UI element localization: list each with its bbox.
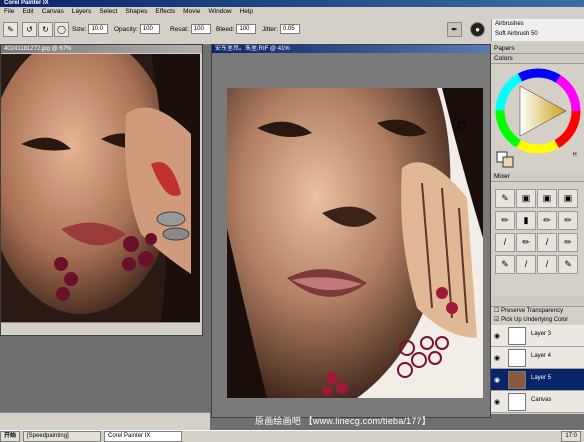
resat-input[interactable]: 100 bbox=[190, 24, 211, 34]
preserve-label: Preserve Transparency bbox=[501, 308, 564, 314]
brush-variant-16-icon[interactable]: ✎ bbox=[558, 255, 578, 274]
layer-name: Canvas bbox=[531, 397, 552, 403]
watermark-text: 原画绘画吧 【www.linecg.com/tieba/177】 bbox=[255, 416, 431, 426]
bleed-input[interactable]: 100 bbox=[236, 24, 257, 34]
pickup-checkbox[interactable]: ☑ bbox=[494, 317, 499, 323]
opacity-input[interactable]: 100 bbox=[139, 24, 160, 34]
reference-photo bbox=[1, 54, 200, 322]
painting-doc-window[interactable]: 安东里昂。朱里.RIF @ 41% bbox=[211, 44, 491, 418]
brush-variant-3-icon[interactable]: ▣ bbox=[537, 189, 557, 208]
size-label: Size: bbox=[72, 25, 87, 33]
menu-layers[interactable]: Layers bbox=[68, 7, 96, 17]
bleed-label: Bleed: bbox=[216, 25, 235, 33]
brush-variant-13-icon[interactable]: ✎ bbox=[495, 255, 515, 274]
layer-row[interactable]: ◉ Canvas bbox=[491, 391, 584, 413]
menu-window[interactable]: Window bbox=[204, 7, 235, 17]
layer-thumbnail bbox=[508, 349, 526, 367]
pickup-label: Pick Up Underlying Color bbox=[501, 317, 569, 323]
mixer-palette-header[interactable]: Mixer bbox=[491, 172, 584, 182]
brush-variant-11-icon[interactable]: / bbox=[537, 233, 557, 252]
brush-variant-7-icon[interactable]: ✏ bbox=[537, 211, 557, 230]
menu-shapes[interactable]: Shapes bbox=[121, 7, 151, 17]
papers-palette-header[interactable]: Papers bbox=[491, 44, 584, 54]
stroke-type2-icon[interactable]: ↻ bbox=[38, 22, 53, 37]
menu-edit[interactable]: Edit bbox=[18, 7, 37, 17]
svg-text:H: H bbox=[573, 152, 577, 158]
stroke-type3-icon[interactable]: ◯ bbox=[54, 22, 69, 37]
eye-icon[interactable]: ◉ bbox=[494, 354, 500, 362]
layer-name: Layer 5 bbox=[531, 375, 552, 381]
stroke-type-icon[interactable]: ↺ bbox=[22, 22, 37, 37]
clock: 17:0 bbox=[561, 431, 581, 442]
opacity-label: Opacity: bbox=[114, 25, 138, 33]
layer-name: Layer 4 bbox=[531, 353, 552, 359]
layer-row[interactable]: ◉ Layer 4 bbox=[491, 347, 584, 369]
brush-variant-15-icon[interactable]: / bbox=[537, 255, 557, 274]
menu-help[interactable]: Help bbox=[236, 7, 257, 17]
menu-movie[interactable]: Movie bbox=[179, 7, 204, 17]
menu-canvas[interactable]: Canvas bbox=[38, 7, 68, 17]
resat-label: Resat: bbox=[170, 25, 189, 33]
taskbar-item[interactable]: [Speedpainting] bbox=[23, 431, 102, 442]
brush-variant: Soft Airbrush 50 bbox=[495, 31, 538, 37]
menu-effects[interactable]: Effects bbox=[151, 7, 179, 17]
layer-row-selected[interactable]: ◉ Layer 5 bbox=[491, 369, 584, 391]
brush-variant-10-icon[interactable]: ✏ bbox=[516, 233, 536, 252]
jitter-label: Jitter: bbox=[262, 25, 278, 33]
brush-selector-icon[interactable]: ✒ bbox=[447, 22, 462, 37]
reference-scrollbar[interactable] bbox=[1, 322, 200, 335]
layer-row[interactable]: ◉ Layer 3 bbox=[491, 325, 584, 347]
reference-doc-window[interactable]: 40241181272.jpg @ 67% bbox=[0, 44, 203, 336]
painting-doc-title[interactable]: 安东里昂。朱里.RIF @ 41% bbox=[212, 45, 490, 53]
brush-variant-9-icon[interactable]: / bbox=[495, 233, 515, 252]
start-button[interactable]: 开始 bbox=[0, 431, 21, 442]
brush-variant-12-icon[interactable]: ✏ bbox=[558, 233, 578, 252]
brush-selector[interactable]: Airbrushes Soft Airbrush 50 bbox=[491, 19, 584, 41]
eye-icon[interactable]: ◉ bbox=[494, 332, 500, 340]
eye-icon[interactable]: ◉ bbox=[494, 376, 500, 384]
menu-select[interactable]: Select bbox=[95, 7, 121, 17]
layer-name: Layer 3 bbox=[531, 331, 552, 337]
color-wheel[interactable]: H bbox=[491, 64, 584, 174]
brush-variant-5-icon[interactable]: ✏ bbox=[495, 211, 515, 230]
brush-variant-4-icon[interactable]: ▣ bbox=[558, 189, 578, 208]
palette-panel: Papers Colors H Mixer ✎ ▣ ▣ ▣ ✏ ▮ ✏ ✏ / … bbox=[491, 44, 584, 414]
size-input[interactable]: 10.0 bbox=[88, 24, 109, 34]
lower-toolbar bbox=[0, 412, 210, 431]
brush-variant-14-icon[interactable]: / bbox=[516, 255, 536, 274]
layer-thumbnail bbox=[508, 371, 526, 389]
brush-variant-8-icon[interactable]: ✏ bbox=[558, 211, 578, 230]
menu-file[interactable]: File bbox=[0, 7, 18, 17]
layers-toolbar bbox=[491, 296, 584, 307]
brush-variant-6-icon[interactable]: ▮ bbox=[516, 211, 536, 230]
preserve-checkbox[interactable]: ☐ bbox=[494, 308, 499, 314]
painting-canvas[interactable] bbox=[227, 88, 483, 398]
reference-doc-title[interactable]: 40241181272.jpg @ 67% bbox=[1, 45, 202, 53]
taskbar: 开始 [Speedpainting] Corel Painter IX 17:0 bbox=[0, 430, 584, 442]
layer-thumbnail bbox=[508, 327, 526, 345]
brush-category: Airbrushes bbox=[495, 21, 524, 27]
jitter-input[interactable]: 0.05 bbox=[279, 24, 300, 34]
layer-thumbnail bbox=[508, 393, 526, 411]
property-bar: ✎ ↺ ↻ ◯ Size: 10.0 Opacity: 100 Resat: 1… bbox=[0, 17, 584, 45]
taskbar-item-active[interactable]: Corel Painter IX bbox=[104, 431, 183, 442]
brush-tool-icon[interactable]: ✎ bbox=[3, 22, 18, 37]
eye-icon[interactable]: ◉ bbox=[494, 398, 500, 406]
app-title-bar: Corel Painter IX bbox=[0, 0, 584, 7]
brush-dab-icon[interactable]: ● bbox=[470, 22, 485, 37]
brush-variant-1-icon[interactable]: ✎ bbox=[495, 189, 515, 208]
brush-variant-2-icon[interactable]: ▣ bbox=[516, 189, 536, 208]
colors-palette-header[interactable]: Colors bbox=[491, 54, 584, 64]
